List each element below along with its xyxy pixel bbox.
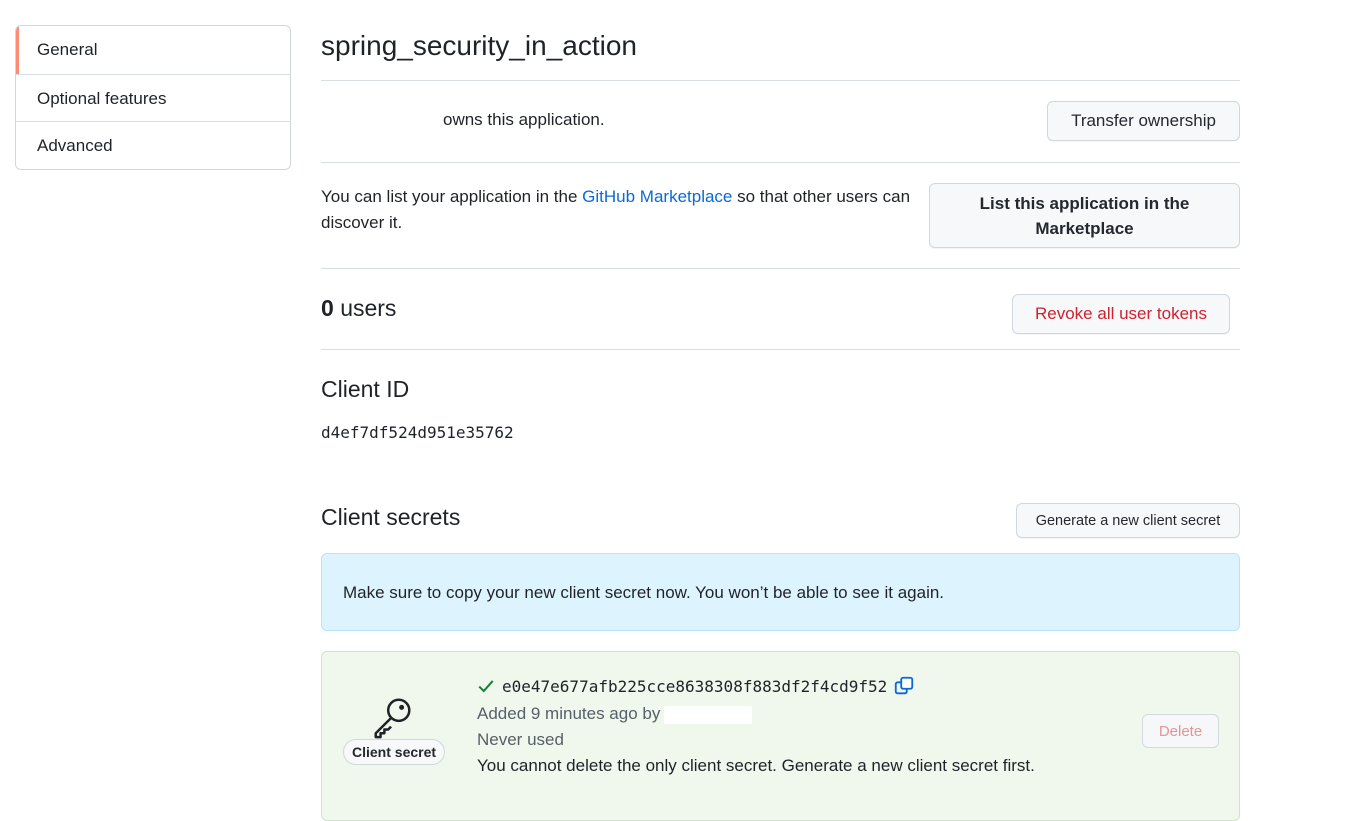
secret-delete-note: You cannot delete the only client secret… [477,756,1035,775]
client-id-value: d4ef7df524d951e35762 [321,423,514,442]
delete-secret-button[interactable]: Delete [1142,714,1219,748]
users-count-value: 0 [321,295,334,321]
divider [321,162,1240,163]
key-icon [374,698,411,739]
copy-secret-notice: Make sure to copy your new client secret… [321,553,1240,631]
secret-value-row: e0e47e677afb225cce8638308f883df2f4cd9f52 [477,675,915,697]
sidebar-item-optional-features[interactable]: Optional features [16,73,290,122]
divider [321,80,1240,81]
sidebar-item-general[interactable]: General [16,26,290,74]
copy-icon[interactable] [893,675,915,697]
secret-added-info: Added 9 minutes ago by [477,704,753,724]
users-count: 0 users [321,295,396,322]
secret-usage: Never used [477,730,564,749]
client-secret-value: e0e47e677afb225cce8638308f883df2f4cd9f52 [502,676,888,696]
client-id-heading: Client ID [321,376,410,402]
revoke-tokens-button[interactable]: Revoke all user tokens [1012,294,1230,334]
redacted-username [664,705,753,724]
client-secrets-heading: Client secrets [321,504,461,530]
transfer-ownership-button[interactable]: Transfer ownership [1047,101,1240,141]
secret-added-text: Added 9 minutes ago by [477,704,661,723]
marketplace-text-before: You can list your application in the [321,187,583,206]
divider [321,349,1240,350]
client-secret-badge: Client secret [343,739,446,765]
users-label: users [340,295,397,321]
page-title: spring_security_in_action [321,30,637,61]
marketplace-text: You can list your application in the Git… [321,184,931,236]
ownership-text: owns this application. [443,110,605,129]
divider [321,268,1240,269]
generate-secret-button[interactable]: Generate a new client secret [1016,503,1240,538]
settings-sidebar: General Optional features Advanced [15,25,291,170]
list-in-marketplace-button[interactable]: List this application in the Marketplace [929,183,1240,248]
sidebar-item-advanced[interactable]: Advanced [16,121,290,169]
github-marketplace-link[interactable]: GitHub Marketplace [582,187,732,206]
client-secret-item: Client secret e0e47e677afb225cce8638308f… [321,651,1240,821]
check-icon [478,680,494,693]
